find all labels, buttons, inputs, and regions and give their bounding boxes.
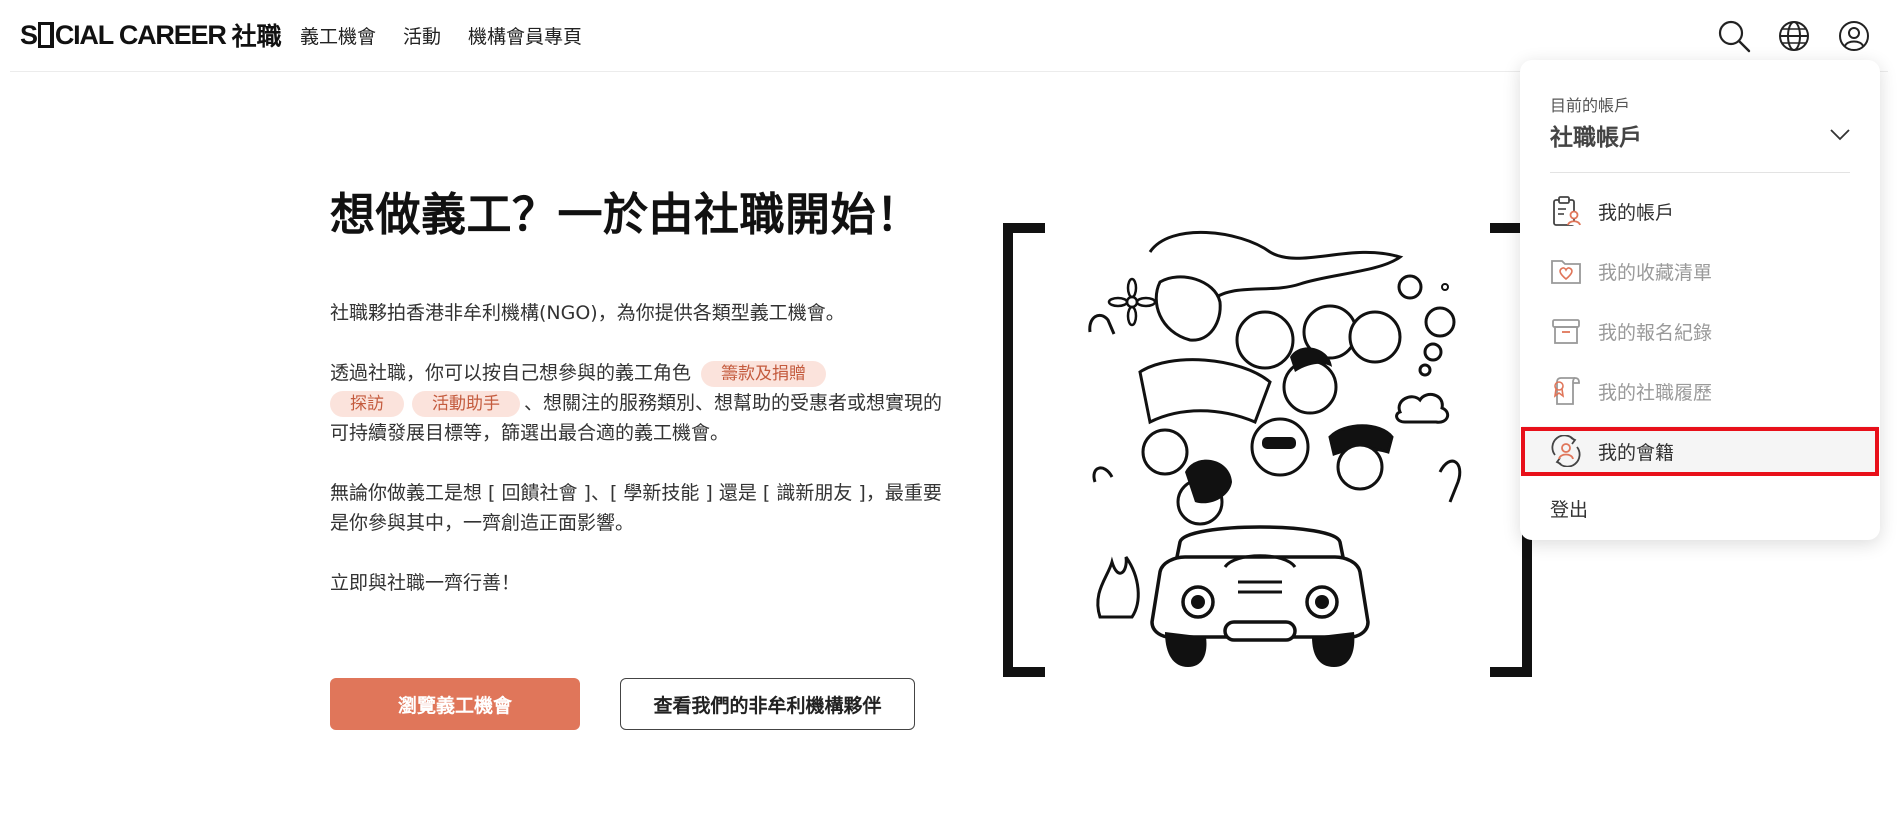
hero-title: 想做義工？一於由社職開始！ [330,188,922,241]
membership-cycle-icon [1550,435,1582,467]
main-nav: 義工機會 活動 機構會員專頁 [300,22,609,49]
clipboard-user-icon [1550,195,1582,227]
current-account-label: 目前的帳戶 [1550,96,1631,115]
logout-link[interactable]: 登出 [1550,495,1588,522]
tag-event-helper[interactable]: 活動助手 [412,391,520,417]
menu-item-label: 我的收藏清單 [1598,261,1713,284]
menu-item-label: 我的帳戶 [1598,201,1675,224]
logo-letter-s: S [20,19,38,50]
logo-chinese: 社職 [231,23,282,51]
menu-item-favorites[interactable]: 我的收藏清單 [1522,246,1878,296]
menu-item-social-career-cv[interactable]: 我的社職履歷 [1522,366,1878,416]
heart-folder-icon [1550,255,1582,287]
tag-fundraising[interactable]: 籌款及捐贈 [701,361,827,387]
call-to-action-text: 立即與社職一齊行善！ [330,572,521,594]
archive-box-icon [1550,315,1582,347]
header-icons [1694,16,1874,56]
chevron-down-icon[interactable] [1828,122,1852,146]
certificate-icon [1550,375,1582,407]
logo-bracket-icon [37,21,54,48]
user-account-icon[interactable] [1834,16,1874,56]
nav-events[interactable]: 活動 [403,22,441,49]
menu-item-registration-records[interactable]: 我的報名紀錄 [1522,306,1878,356]
intro-paragraph: 社職夥拍香港非牟利機構(NGO)，為你提供各類型義工機會。 [330,302,845,324]
social-career-logo[interactable]: S CIAL CAREER 社職 [20,19,282,52]
menu-item-membership[interactable]: 我的會籍 [1522,426,1878,476]
hero-illustration [1003,223,1532,677]
nav-volunteer-opportunities[interactable]: 義工機會 [300,22,376,49]
filter-paragraph-a: 透過社職，你可以按自己想參與的義工角色 [330,362,692,384]
browse-volunteer-button[interactable]: 瀏覽義工機會 [330,678,580,730]
menu-divider [1550,172,1850,173]
logo-wordmark: CIAL CAREER [54,19,227,50]
menu-item-label: 我的報名紀錄 [1598,321,1713,344]
globe-icon[interactable] [1774,16,1814,56]
tag-visiting[interactable]: 探訪 [330,391,404,417]
view-ngo-partners-button[interactable]: 查看我們的非牟利機構夥伴 [620,678,915,730]
search-icon[interactable] [1714,16,1754,56]
menu-item-label: 我的會籍 [1598,441,1675,464]
menu-item-label: 我的社職履歷 [1598,381,1713,404]
account-dropdown-menu: 目前的帳戶 社職帳戶 我的帳戶 我的收藏清單 我的報名紀錄 我的社職履歷 我的會… [1520,60,1880,540]
current-account-name: 社職帳戶 [1550,125,1642,151]
nav-organization-members[interactable]: 機構會員專頁 [468,22,582,49]
filter-paragraph: 透過社職，你可以按自己想參與的義工角色 籌款及捐贈 探訪 活動助手 、想關注的服務類別、… [330,358,950,448]
menu-item-my-account[interactable]: 我的帳戶 [1522,186,1878,236]
motivation-paragraph: 無論你做義工是想 [ 回饋社會 ]、[ 學新技能 ] 還是 [ 識新朋友 ]，最… [330,482,942,534]
